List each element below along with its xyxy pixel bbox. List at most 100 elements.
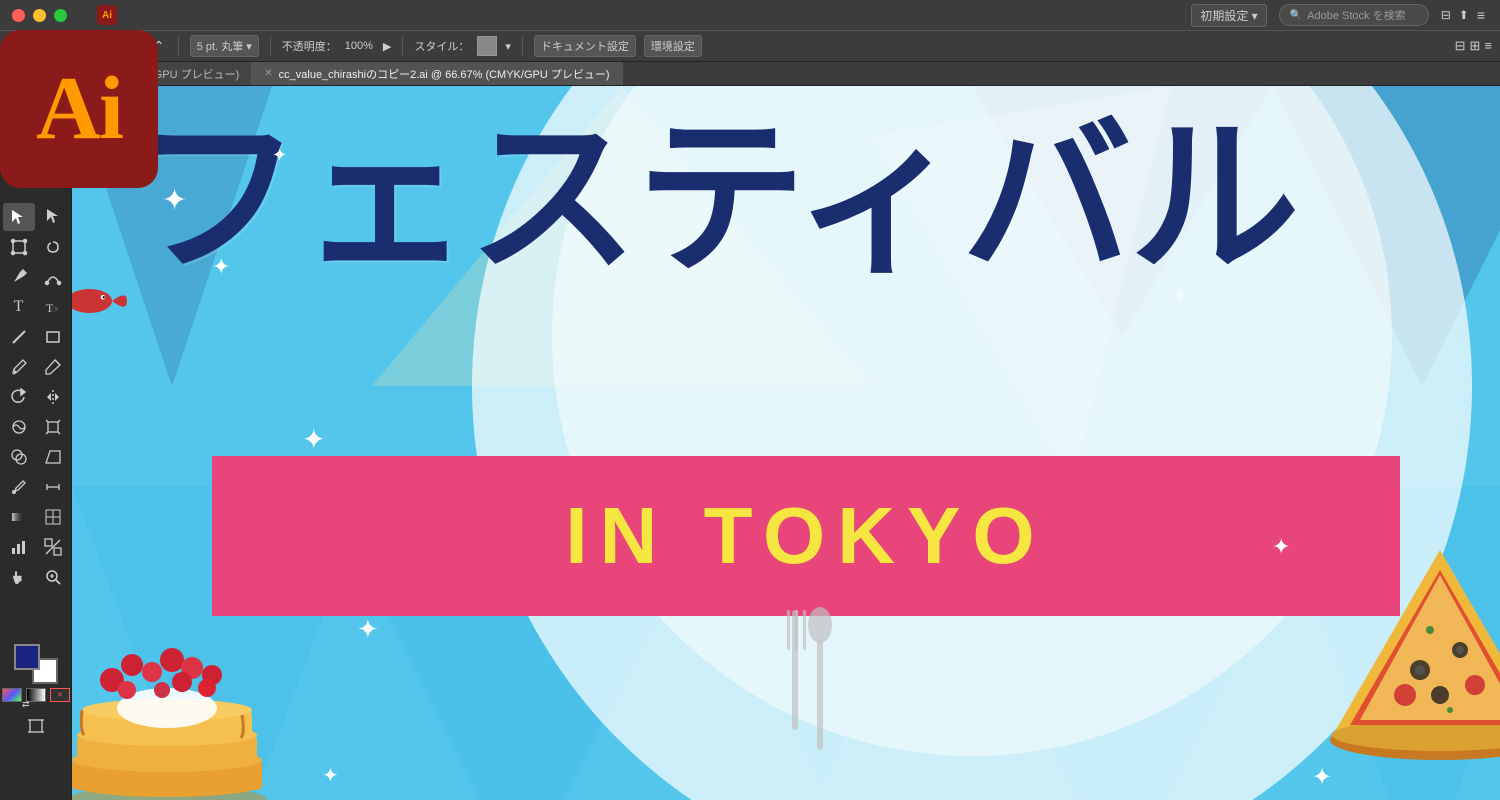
ai-app-logo: Ai (0, 30, 158, 188)
rectangle-tool[interactable] (37, 323, 69, 351)
right-option-icons: ⊟ ⊞ ≡ (1455, 38, 1492, 54)
tab-2[interactable]: ✕ cc_value_chirashiのコピー2.ai @ 66.67% (CM… (252, 62, 622, 85)
arrange-icon[interactable]: ⊟ (1441, 8, 1451, 22)
foreground-color-swatch[interactable] (14, 644, 40, 670)
text-tool[interactable]: T (3, 293, 35, 321)
divider-2 (178, 36, 179, 56)
window-controls (0, 9, 67, 22)
line-tool[interactable] (3, 323, 35, 351)
direct-select-tool[interactable] (37, 203, 69, 231)
color-mode-row: ✕ (2, 688, 70, 702)
paintbrush-tool[interactable] (3, 353, 35, 381)
divider-3 (270, 36, 271, 56)
tool-row-6 (3, 353, 69, 381)
main-heading: フェスティバル (132, 106, 1500, 293)
sparkle-1: ✦ (162, 186, 187, 216)
app-logo-title: Ai (97, 5, 125, 25)
doc-settings-button[interactable]: ドキュメント設定 (534, 35, 636, 57)
curvature-tool[interactable] (37, 263, 69, 291)
transform-tool[interactable] (3, 233, 35, 261)
tool-row-3 (3, 263, 69, 291)
close-button[interactable] (12, 9, 25, 22)
tab-bar: 100% (CMYK/GPU プレビュー) ✕ cc_value_chirash… (72, 62, 1500, 86)
tool-row-4: T T ☞ (3, 293, 69, 321)
sparkle-4: ✦ (302, 426, 325, 454)
panel-icon[interactable]: ⊞ (1470, 38, 1481, 54)
color-section: ⇄ ✕ (0, 644, 72, 740)
tab-2-label: cc_value_chirashiのコピー2.ai @ 66.67% (CMYK… (279, 66, 610, 82)
slice-tool[interactable] (37, 533, 69, 561)
workspace-selector[interactable]: 初期設定 ▾ (1191, 4, 1266, 27)
options-bar: 選択 線： ⌃ 5 pt. 丸筆 ▾ 不透明度： 100% ▶ スタイル： ▾ … (0, 30, 1500, 62)
warp-tool[interactable] (3, 413, 35, 441)
select-tool[interactable] (3, 203, 35, 231)
tool-row-8 (3, 413, 69, 441)
swap-colors-button[interactable]: ⇄ (22, 699, 30, 710)
main-heading-text: フェスティバル (132, 104, 1298, 294)
pen-tool[interactable] (3, 263, 35, 291)
tool-row-11 (3, 503, 69, 531)
foreground-background-colors: ⇄ (14, 644, 58, 684)
hand-tool[interactable] (3, 563, 35, 591)
sparkle-3: ✦ (212, 256, 230, 278)
sparkle-2: ✦ (272, 146, 287, 164)
menu-icon[interactable]: ≡ (1477, 7, 1485, 23)
mesh-tool[interactable] (37, 503, 69, 531)
sparkle-5: ✦ (357, 616, 379, 642)
opacity-label: 不透明度： (282, 38, 337, 54)
arrange-option-icon[interactable]: ⊟ (1455, 38, 1466, 54)
none-button[interactable]: ✕ (50, 688, 70, 702)
pencil-tool[interactable] (37, 353, 69, 381)
solid-color-button[interactable] (2, 688, 22, 702)
style-label: スタイル： (414, 38, 469, 54)
perspective-tool[interactable] (37, 443, 69, 471)
style-arrow[interactable]: ▾ (505, 40, 511, 53)
measure-tool[interactable] (37, 473, 69, 501)
chart-tool[interactable] (3, 533, 35, 561)
tool-row-9 (3, 443, 69, 471)
style-color-box[interactable] (477, 36, 497, 56)
pancake-illustration (72, 600, 282, 800)
tool-row-5 (3, 323, 69, 351)
title-bar: Ai 初期設定 ▾ 🔍 Adobe Stock を検索 ⊟ ⬆ ≡ (0, 0, 1500, 30)
artboard-tool[interactable] (20, 712, 52, 740)
shape-builder-tool[interactable] (3, 443, 35, 471)
stroke-width-selector[interactable]: 5 pt. 丸筆 ▾ (190, 35, 259, 57)
tool-row-1 (3, 203, 69, 231)
title-right-area: 初期設定 ▾ 🔍 Adobe Stock を検索 ⊟ ⬆ ≡ (1191, 4, 1500, 27)
lasso-tool[interactable] (37, 233, 69, 261)
reflect-tool[interactable] (37, 383, 69, 411)
fork-illustration (752, 590, 852, 750)
gradient-tool[interactable] (3, 503, 35, 531)
maximize-button[interactable] (54, 9, 67, 22)
sparkle-7: ✦ (322, 766, 339, 786)
tab-close-icon[interactable]: ✕ (264, 68, 272, 79)
zoom-tool[interactable] (37, 563, 69, 591)
pizza-illustration (1330, 540, 1500, 800)
touch-type-tool[interactable]: T ☞ (37, 293, 69, 321)
search-icon: 🔍 (1290, 10, 1302, 21)
divider-4 (402, 36, 403, 56)
tool-row-chart (3, 533, 69, 561)
sparkle-8: ✦ (1272, 536, 1290, 558)
env-settings-button[interactable]: 環境設定 (644, 35, 702, 57)
search-bar[interactable]: 🔍 Adobe Stock を検索 (1279, 4, 1429, 26)
opacity-value: 100% (345, 40, 373, 52)
rotate-tool[interactable] (3, 383, 35, 411)
tool-row-2 (3, 233, 69, 261)
tool-row-10 (3, 473, 69, 501)
app-icon-small: Ai (97, 5, 117, 25)
canvas-area: フェスティバル IN TOKYO ✦ ✦ ✦ ✦ ✦ ✦ ✦ ✦ ✦ ✦ (72, 86, 1500, 800)
artwork-canvas: フェスティバル IN TOKYO ✦ ✦ ✦ ✦ ✦ ✦ ✦ ✦ ✦ ✦ (72, 86, 1500, 800)
more-option-icon[interactable]: ≡ (1484, 38, 1492, 54)
opacity-arrow[interactable]: ▶ (383, 40, 391, 53)
free-transform-tool[interactable] (37, 413, 69, 441)
title-action-buttons: ⊟ ⬆ ≡ (1441, 7, 1485, 23)
ai-logo-text: Ai (36, 64, 122, 154)
sparkle-10: ✦ (1172, 286, 1187, 304)
divider-5 (522, 36, 523, 56)
eyedropper-tool[interactable] (3, 473, 35, 501)
minimize-button[interactable] (33, 9, 46, 22)
tool-row-zoom (3, 563, 69, 591)
share-icon[interactable]: ⬆ (1459, 8, 1469, 22)
